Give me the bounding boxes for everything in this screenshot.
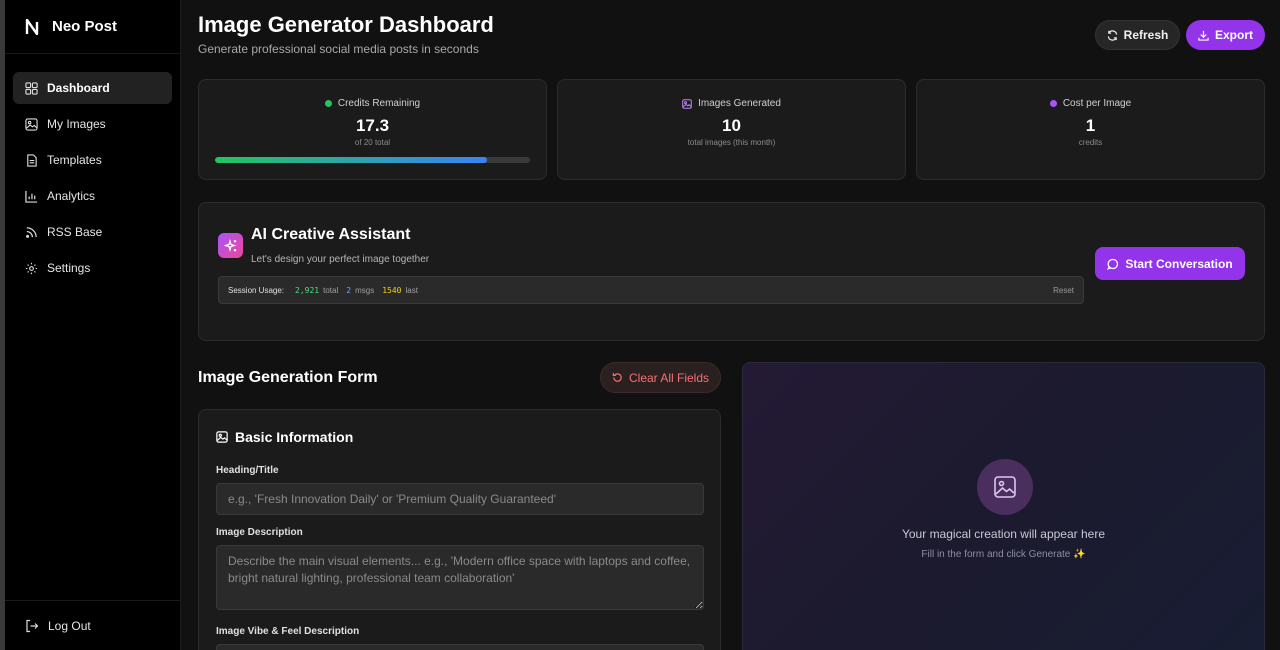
sidebar: Neo Post Dashboard My Images Templates A…: [5, 0, 181, 650]
assistant-subtitle: Let's design your perfect image together: [251, 254, 430, 265]
cost-label: Cost per Image: [1062, 98, 1132, 109]
refresh-label: Refresh: [1123, 28, 1169, 42]
neo-post-logo-icon: [25, 18, 39, 35]
page-title: Image Generator Dashboard: [198, 12, 494, 37]
cost-card: Cost per Image 1 credits: [916, 79, 1265, 180]
export-label: Export: [1214, 28, 1253, 42]
sidebar-item-label: Templates: [47, 153, 102, 167]
session-last-word: last: [405, 285, 418, 295]
session-usage-bar: Session Usage: 2,921 total 2 msgs 1540 l…: [218, 276, 1084, 304]
image-icon: [682, 98, 692, 109]
session-total-value: 2,921: [295, 285, 320, 295]
credits-card: Credits Remaining 17.3 of 20 total: [198, 79, 547, 180]
vibe-label: Image Vibe & Feel Description: [216, 626, 360, 637]
preview-message: Your magical creation will appear here: [901, 527, 1105, 541]
export-button[interactable]: Export: [1186, 20, 1265, 50]
description-textarea[interactable]: [216, 545, 704, 610]
logout-button[interactable]: Log Out: [5, 601, 180, 650]
cost-label-row: Cost per Image: [917, 98, 1264, 109]
sidebar-item-my-images[interactable]: My Images: [13, 108, 172, 140]
basic-information-card: Basic Information Heading/Title Image De…: [198, 409, 721, 650]
dashboard-icon: [25, 81, 38, 95]
chat-bubble-icon: [1107, 258, 1119, 270]
sparkles-icon: [218, 233, 243, 258]
sidebar-item-rss-base[interactable]: RSS Base: [13, 216, 172, 248]
sidebar-item-label: Analytics: [47, 189, 96, 203]
session-last-value: 1540: [382, 285, 402, 295]
rss-icon: [26, 226, 37, 238]
image-preview-panel: Your magical creation will appear here F…: [742, 362, 1265, 650]
credits-label-row: Credits Remaining: [199, 98, 546, 109]
logout-icon: [26, 619, 39, 633]
image-icon: [216, 431, 228, 443]
cost-value: 1: [1085, 116, 1096, 135]
sidebar-item-templates[interactable]: Templates: [13, 144, 172, 176]
sidebar-item-label: My Images: [47, 117, 106, 131]
vibe-input[interactable]: [216, 644, 704, 650]
main-content: Image Generator Dashboard Generate profe…: [181, 0, 1280, 650]
sidebar-nav: Dashboard My Images Templates Analytics …: [5, 54, 180, 284]
basic-information-header: Basic Information: [216, 429, 353, 445]
credits-label: Credits Remaining: [337, 98, 421, 109]
page-subtitle: Generate professional social media posts…: [198, 42, 479, 56]
refresh-icon: [1107, 29, 1117, 41]
session-reset-link[interactable]: Reset: [1053, 286, 1074, 295]
gear-icon: [25, 262, 38, 274]
images-label-row: Images Generated: [558, 98, 905, 109]
logout-label: Log Out: [48, 619, 91, 633]
cost-sub: credits: [1078, 138, 1103, 147]
session-msgs-value: 2: [346, 285, 352, 295]
brand[interactable]: Neo Post: [5, 0, 180, 54]
credits-progress-bar: [215, 157, 530, 163]
file-icon: [27, 153, 37, 167]
start-conversation-label: Start Conversation: [1125, 256, 1233, 271]
heading-label: Heading/Title: [216, 465, 279, 476]
preview-hint: Fill in the form and click Generate ✨: [921, 549, 1086, 560]
clear-all-fields-button[interactable]: Clear All Fields: [600, 362, 721, 393]
status-dot-icon: [1049, 100, 1057, 107]
images-card: Images Generated 10 total images (this m…: [557, 79, 906, 180]
session-total-word: total: [323, 285, 339, 295]
credits-progress-fill: [215, 157, 488, 163]
ai-assistant-card: AI Creative Assistant Let's design your …: [198, 202, 1265, 341]
images-sub: total images (this month): [687, 138, 776, 147]
sidebar-item-dashboard[interactable]: Dashboard: [13, 72, 172, 104]
rotate-ccw-icon: [612, 372, 622, 382]
images-value: 10: [722, 116, 741, 135]
sidebar-item-label: Dashboard: [47, 81, 110, 95]
bar-chart-icon: [25, 190, 38, 203]
sidebar-item-settings[interactable]: Settings: [13, 252, 172, 284]
start-conversation-button[interactable]: Start Conversation: [1095, 247, 1245, 280]
credits-value: 17.3: [355, 116, 390, 135]
brand-name: Neo Post: [52, 18, 118, 35]
description-label: Image Description: [216, 527, 303, 538]
heading-input[interactable]: [216, 483, 704, 515]
form-title: Image Generation Form: [198, 369, 378, 386]
image-icon: [25, 117, 38, 131]
download-icon: [1198, 30, 1209, 41]
assistant-title: AI Creative Assistant: [251, 226, 411, 243]
logout-section: Log Out: [5, 600, 180, 650]
sidebar-item-label: RSS Base: [47, 225, 103, 239]
sidebar-item-label: Settings: [47, 261, 91, 275]
session-msgs-word: msgs: [355, 285, 375, 295]
basic-information-title: Basic Information: [235, 429, 354, 445]
refresh-button[interactable]: Refresh: [1095, 20, 1180, 50]
status-dot-icon: [324, 100, 332, 107]
sidebar-item-analytics[interactable]: Analytics: [13, 180, 172, 212]
session-label: Session Usage:: [228, 285, 285, 295]
clear-all-fields-label: Clear All Fields: [628, 370, 710, 385]
image-placeholder-icon: [977, 459, 1033, 515]
credits-sub: of 20 total: [354, 138, 391, 147]
images-label: Images Generated: [698, 98, 781, 109]
